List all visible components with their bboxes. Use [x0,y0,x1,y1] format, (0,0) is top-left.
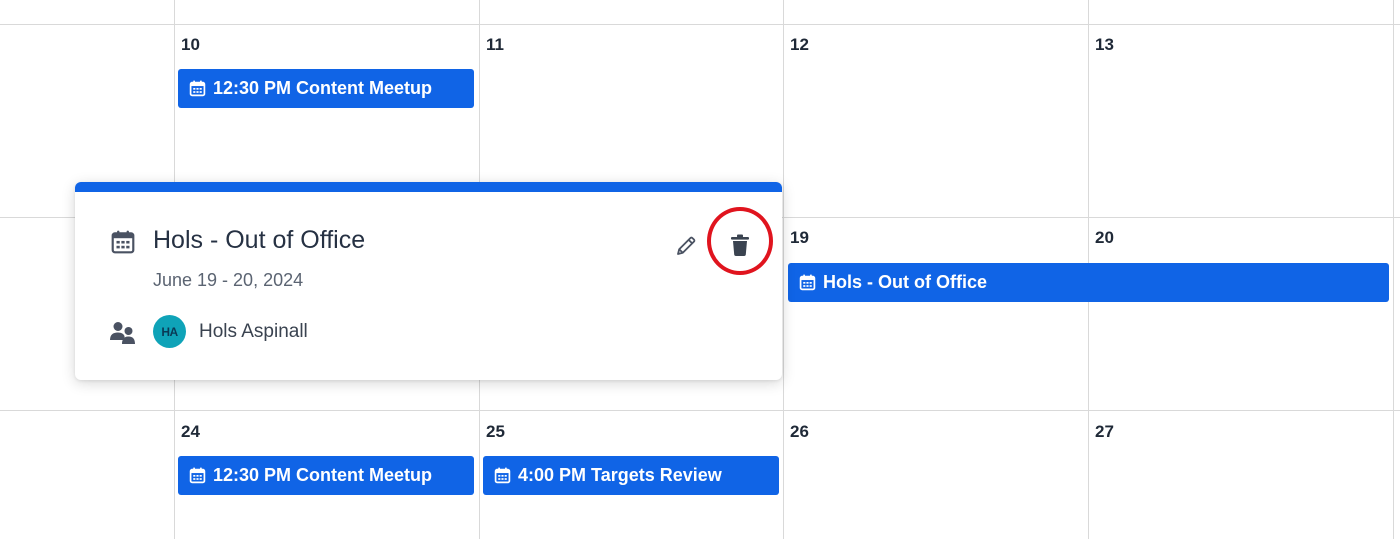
grid-col-divider [1393,0,1394,539]
event-hols-out-of-office[interactable]: Hols - Out of Office [788,263,1389,302]
event-title: Content Meetup [296,78,433,98]
calendar-icon [189,80,206,97]
popover-event-title: Hols - Out of Office [153,226,366,254]
day-number-11[interactable]: 11 [486,35,504,55]
event-title: Hols - Out of Office [823,272,987,292]
edit-event-button[interactable] [672,232,700,260]
grid-row-divider [0,410,1400,411]
event-title: Targets Review [591,465,722,485]
attendee-avatar[interactable]: HA [153,315,186,348]
delete-event-button[interactable] [725,230,755,260]
calendar-icon [111,230,135,254]
popover-accent-bar [75,182,782,192]
event-time: 4:00 PM [518,465,587,485]
pencil-icon [677,236,696,255]
day-number-24[interactable]: 24 [181,422,200,442]
calendar-icon [799,274,816,291]
event-title: Content Meetup [296,465,433,485]
calendar-page: 10 11 12 13 19 20 24 25 26 27 12:30 PM C… [0,0,1400,539]
day-number-13[interactable]: 13 [1095,35,1114,55]
grid-col-divider [783,0,784,539]
day-number-19[interactable]: 19 [790,228,809,248]
event-content-meetup[interactable]: 12:30 PM Content Meetup [178,69,474,108]
popover-event-date: June 19 - 20, 2024 [153,270,304,290]
day-number-26[interactable]: 26 [790,422,809,442]
day-number-27[interactable]: 27 [1095,422,1114,442]
day-number-25[interactable]: 25 [486,422,505,442]
calendar-icon [189,467,206,484]
day-number-10[interactable]: 10 [181,35,200,55]
users-icon [110,322,135,344]
calendar-icon [494,467,511,484]
event-targets-review[interactable]: 4:00 PM Targets Review [483,456,779,495]
day-number-20[interactable]: 20 [1095,228,1114,248]
event-time: 12:30 PM [213,465,292,485]
event-details-popover: Hols - Out of Office June 19 - 20, 2024 … [75,182,782,380]
day-number-12[interactable]: 12 [790,35,809,55]
attendee-name: Hols Aspinall [199,321,308,342]
trash-icon [731,234,749,256]
grid-row-divider [0,24,1400,25]
event-time: 12:30 PM [213,78,292,98]
event-content-meetup[interactable]: 12:30 PM Content Meetup [178,456,474,495]
